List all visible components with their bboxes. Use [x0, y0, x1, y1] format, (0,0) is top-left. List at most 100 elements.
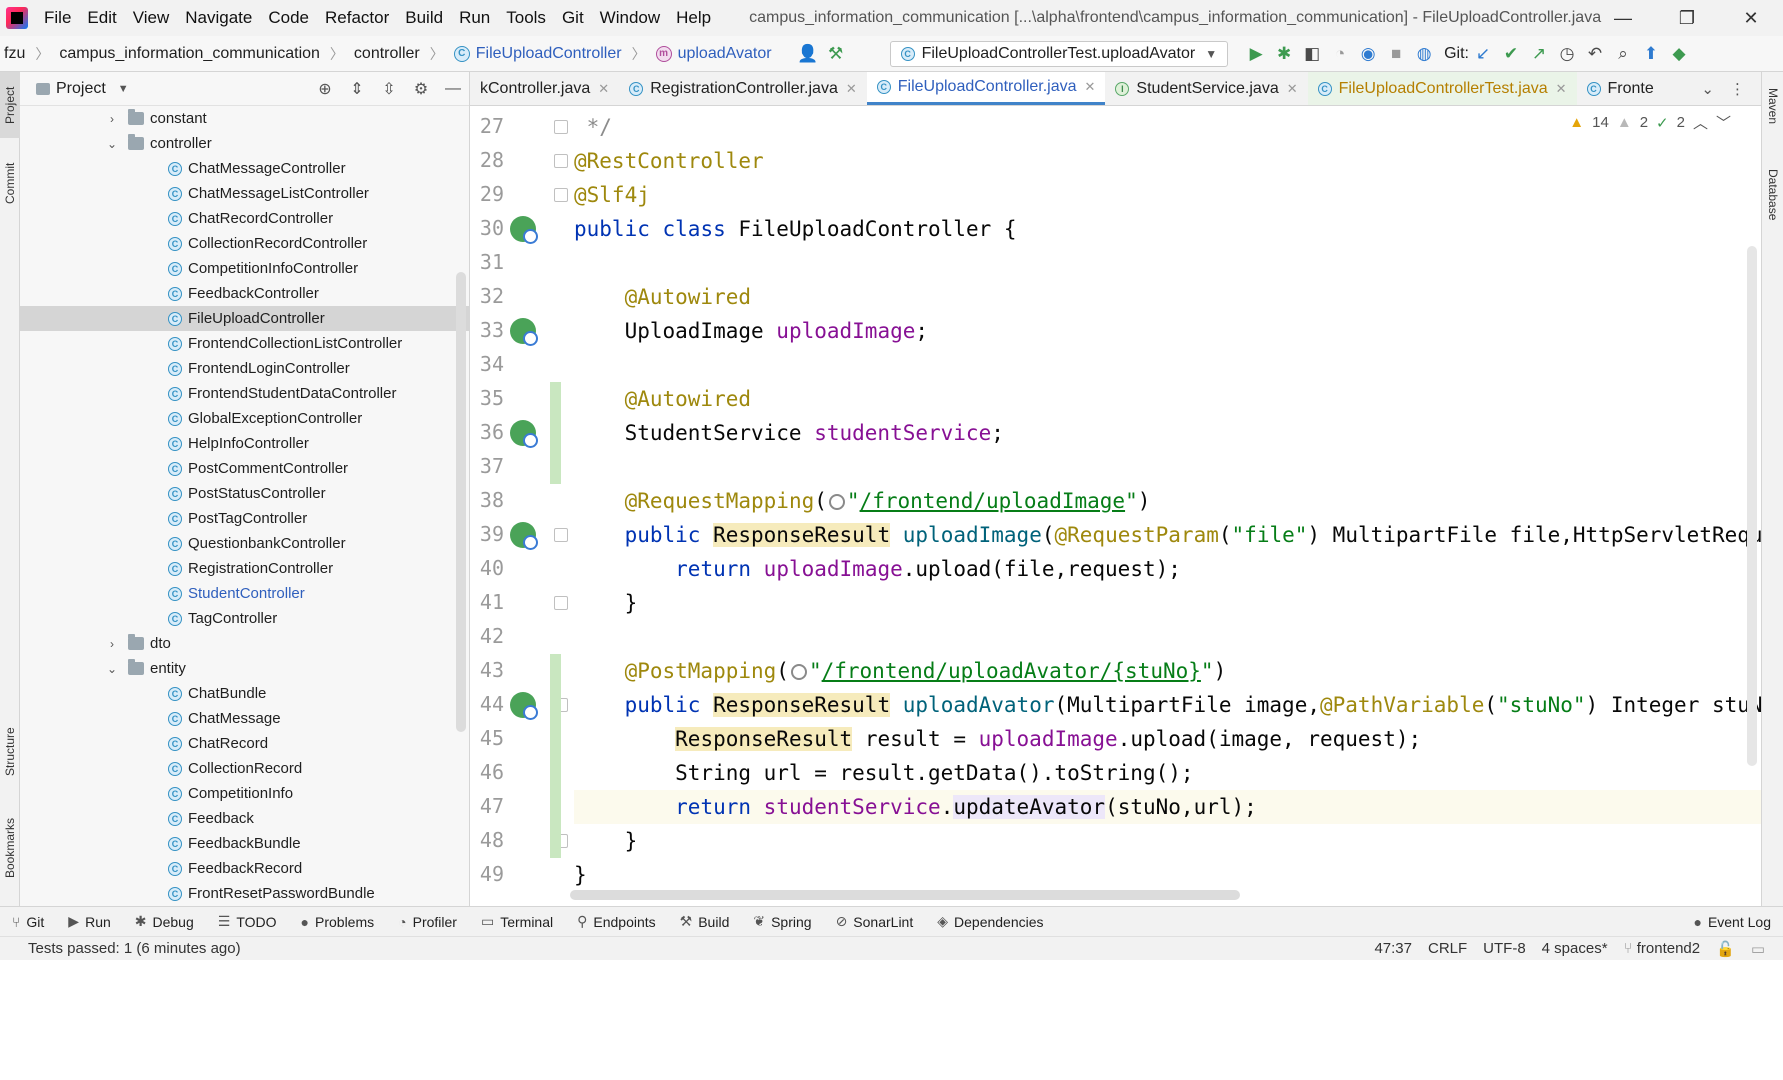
horizontal-scrollbar[interactable]: [570, 890, 1240, 900]
inspection-widget[interactable]: ▲ 14 ▲ 2 ✓ 2 ︿ ﹀: [1569, 112, 1731, 133]
project-tool-tab[interactable]: Project: [0, 72, 20, 138]
tool-profiler[interactable]: ◔ Profiler: [386, 914, 469, 930]
breadcrumb-project[interactable]: campus_information_communication: [55, 45, 324, 63]
locate-icon[interactable]: ⊕: [309, 79, 341, 99]
expand-all-icon[interactable]: ⇕: [341, 79, 373, 99]
tree-class-item[interactable]: C FrontendStudentDataController: [20, 381, 469, 406]
git-push-icon[interactable]: ↗: [1525, 40, 1553, 68]
menu-window[interactable]: Window: [592, 0, 668, 36]
hide-icon[interactable]: —: [437, 80, 469, 98]
file-encoding[interactable]: UTF-8: [1483, 940, 1526, 957]
tree-folder[interactable]: ⌄ controller: [20, 131, 469, 156]
git-update-icon[interactable]: ↙: [1469, 40, 1497, 68]
code-with-me-icon[interactable]: ◍: [1410, 40, 1438, 68]
tree-class-item[interactable]: C ChatMessage: [20, 706, 469, 731]
search-icon[interactable]: ⌕: [1609, 40, 1637, 68]
chevron-right-icon[interactable]: ›: [104, 112, 120, 126]
tree-class-item[interactable]: C CompetitionInfo: [20, 781, 469, 806]
close-tab-icon[interactable]: ✕: [598, 81, 609, 97]
tool-build[interactable]: ⚒ Build: [668, 913, 742, 930]
tool-dependencies[interactable]: ◈ Dependencies: [925, 913, 1055, 930]
rollback-icon[interactable]: ↶: [1581, 40, 1609, 68]
editor-tab[interactable]: kController.java ✕: [470, 72, 619, 105]
editor-gutter[interactable]: 27 28 29 30 31 32 33 34 35 36 37 38 39 40 41 42 43 44 45 46…: [470, 106, 568, 906]
editor-tab[interactable]: C Fronte: [1577, 72, 1664, 105]
tool-run[interactable]: ▶ Run: [56, 913, 122, 930]
bookmarks-tool-tab[interactable]: Bookmarks: [0, 806, 20, 890]
vcs-change-marker[interactable]: [550, 382, 561, 484]
tool-todo[interactable]: ☰ TODO: [206, 913, 289, 930]
chevron-down-icon[interactable]: ⌄: [1693, 80, 1722, 98]
close-tab-icon[interactable]: ✕: [846, 81, 857, 97]
tree-class-item[interactable]: C ChatBundle: [20, 681, 469, 706]
collapse-all-icon[interactable]: ⇳: [373, 79, 405, 99]
code-editor[interactable]: ▲ 14 ▲ 2 ✓ 2 ︿ ﹀ 27 28 29 30 31 32 33 34 35 36 37 38 39…: [470, 106, 1761, 906]
tree-class-item[interactable]: C PostTagController: [20, 506, 469, 531]
tree-class-item[interactable]: C FileUploadController: [20, 306, 469, 331]
maven-tool-tab[interactable]: Maven: [1762, 72, 1783, 140]
menu-git[interactable]: Git: [554, 0, 592, 36]
tool-problems[interactable]: ● Problems: [289, 914, 387, 930]
editor-tab[interactable]: C FileUploadControllerTest.java ✕: [1307, 72, 1577, 105]
tool-sonarlint[interactable]: ⊘ SonarLint: [824, 913, 926, 930]
menu-view[interactable]: View: [125, 0, 178, 36]
tree-class-item[interactable]: C StudentController: [20, 581, 469, 606]
tree-class-item[interactable]: C FeedbackController: [20, 281, 469, 306]
fold-icon[interactable]: [554, 528, 568, 542]
git-commit-icon[interactable]: ✔: [1497, 40, 1525, 68]
globe-icon[interactable]: [790, 664, 807, 680]
web-endpoint-icon[interactable]: [510, 692, 538, 720]
close-tab-icon[interactable]: ✕: [1556, 81, 1567, 97]
run-configuration-select[interactable]: C FileUploadControllerTest.uploadAvator …: [889, 40, 1229, 67]
menu-build[interactable]: Build: [397, 0, 451, 36]
project-panel-title[interactable]: Project: [56, 80, 106, 98]
tree-class-item[interactable]: C GlobalExceptionController: [20, 406, 469, 431]
menu-file[interactable]: File: [36, 0, 79, 36]
lock-icon[interactable]: 🔓: [1716, 940, 1735, 958]
breadcrumb-package[interactable]: controller: [350, 45, 424, 63]
tool-debug[interactable]: ✱ Debug: [123, 913, 206, 930]
close-tab-icon[interactable]: ✕: [1085, 79, 1096, 95]
menu-run[interactable]: Run: [451, 0, 498, 36]
stopwatch-icon[interactable]: ◉: [1354, 40, 1382, 68]
tree-class-item[interactable]: C ChatRecord: [20, 731, 469, 756]
project-scrollbar[interactable]: [456, 272, 466, 732]
tool-git[interactable]: ⑂ Git: [0, 914, 56, 930]
status-message[interactable]: Tests passed: 1 (6 minutes ago): [0, 940, 241, 957]
breadcrumb-class[interactable]: C FileUploadController: [450, 45, 626, 63]
tree-class-item[interactable]: C TagController: [20, 606, 469, 631]
tree-class-item[interactable]: C FrontendCollectionListController: [20, 331, 469, 356]
user-icon[interactable]: 👤: [794, 40, 822, 68]
tree-class-item[interactable]: C FrontResetPasswordBundle: [20, 881, 469, 906]
menu-navigate[interactable]: Navigate: [177, 0, 260, 36]
tree-class-item[interactable]: C RegistrationController: [20, 556, 469, 581]
breadcrumb-root[interactable]: fzu: [0, 45, 29, 63]
close-tab-icon[interactable]: ✕: [1287, 81, 1298, 97]
chevron-down-icon[interactable]: ▼: [118, 83, 129, 95]
memory-indicator-icon[interactable]: ▭: [1751, 940, 1765, 958]
editor-tab[interactable]: C RegistrationController.java ✕: [619, 72, 867, 105]
tree-class-item[interactable]: C CollectionRecordController: [20, 231, 469, 256]
tree-class-item[interactable]: C PostCommentController: [20, 456, 469, 481]
stop-icon[interactable]: ■: [1382, 40, 1410, 68]
tree-class-item[interactable]: C Feedback: [20, 806, 469, 831]
menu-refactor[interactable]: Refactor: [317, 0, 397, 36]
fold-icon[interactable]: [554, 596, 568, 610]
menu-edit[interactable]: Edit: [79, 0, 124, 36]
restore-icon[interactable]: ❐: [1655, 0, 1719, 36]
tree-class-item[interactable]: C FeedbackBundle: [20, 831, 469, 856]
spring-bean-icon[interactable]: [510, 216, 538, 244]
chevron-up-icon[interactable]: ︿: [1693, 112, 1708, 133]
spring-bean-icon[interactable]: [510, 420, 538, 448]
database-tool-tab[interactable]: Database: [1762, 152, 1783, 238]
globe-icon[interactable]: [828, 494, 845, 510]
tree-class-item[interactable]: C FeedbackRecord: [20, 856, 469, 881]
structure-tool-tab[interactable]: Structure: [0, 712, 20, 792]
tool-endpoints[interactable]: ⚲ Endpoints: [565, 913, 668, 930]
tree-class-item[interactable]: C ChatMessageController: [20, 156, 469, 181]
tree-class-item[interactable]: C QuestionbankController: [20, 531, 469, 556]
indent-setting[interactable]: 4 spaces*: [1542, 940, 1608, 957]
minimize-icon[interactable]: —: [1591, 0, 1655, 36]
vcs-change-marker[interactable]: [550, 654, 561, 858]
line-separator[interactable]: CRLF: [1428, 940, 1467, 957]
